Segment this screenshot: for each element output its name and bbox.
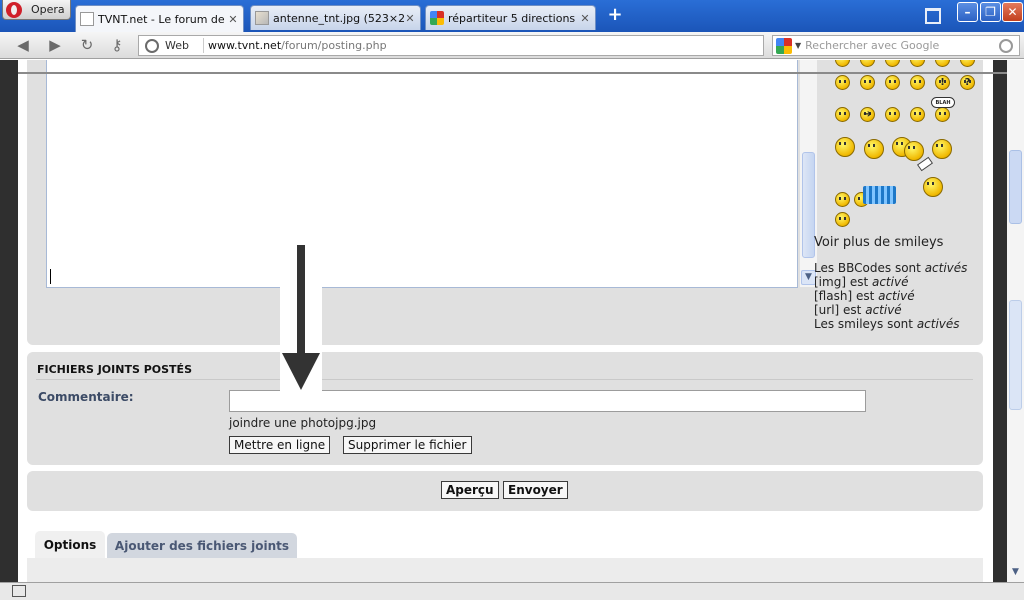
blah-smiley-icon[interactable] [935, 107, 950, 122]
post-editor-panel: ▼ ! ? ➔ BLAH Voir plus de smileys Les BB… [27, 60, 983, 345]
opera-logo-icon [6, 1, 22, 18]
forward-icon[interactable]: ▶ [46, 37, 64, 53]
attachments-panel: FICHIERS JOINTS POSTÉS Commentaire: join… [27, 352, 983, 465]
globe-icon [145, 38, 159, 53]
idea-icon[interactable] [835, 107, 850, 122]
navigation-bar: ◀ ▶ ↻ ⚷ Web www.tvnt.net /forum/posting.… [0, 32, 1024, 59]
scroll-down-icon[interactable]: ▼ [1008, 565, 1023, 580]
preview-button[interactable]: Aperçu [441, 481, 499, 499]
smileys-status: Les smileys sont activés [814, 317, 960, 331]
confused-smiley-icon[interactable] [885, 107, 900, 122]
send-button[interactable]: Envoyer [503, 481, 568, 499]
sad-smiley-icon[interactable] [835, 192, 850, 207]
heart-smiley-icon[interactable] [932, 139, 952, 159]
bbcode-status: Les BBCodes sont activés [814, 261, 968, 275]
exclamation-icon[interactable]: ! [935, 75, 950, 90]
divider [36, 379, 973, 380]
page-scrollbar[interactable]: ▼ [1007, 60, 1024, 582]
delete-file-button[interactable]: Supprimer le fichier [343, 436, 472, 454]
wave-icon[interactable] [863, 186, 896, 204]
tab-antenne-image[interactable]: antenne_tnt.jpg (523×2... ✕ [250, 5, 421, 30]
upload-button[interactable]: Mettre en ligne [229, 436, 331, 454]
smiley-icon[interactable] [935, 60, 950, 67]
twisted-smiley-icon[interactable] [860, 75, 875, 90]
page-frame-right [993, 60, 1007, 582]
tab-close-icon[interactable]: ✕ [404, 12, 416, 25]
smiley-icon[interactable] [835, 60, 850, 67]
flash-status: [flash] est activé [814, 289, 915, 303]
page-scroll-thumb[interactable] [1009, 300, 1022, 410]
submit-panel: Aperçu Envoyer [27, 471, 983, 511]
smiley-icon[interactable] [885, 60, 900, 67]
tab-title: TVNT.net - Le forum de l... [98, 12, 227, 26]
tab-title: répartiteur 5 directions - ... [448, 11, 579, 25]
text-cursor [50, 269, 51, 284]
attachments-title: FICHIERS JOINTS POSTÉS [37, 363, 192, 376]
search-input[interactable]: Rechercher avec Google [805, 39, 999, 52]
evil-smiley-icon[interactable] [835, 75, 850, 90]
annotation-arrow-icon [280, 245, 322, 395]
new-tab-button[interactable]: + [607, 6, 623, 24]
attachment-file-name[interactable]: joindre une photojpg.jpg [229, 416, 376, 430]
surprised-smiley-icon[interactable] [910, 107, 925, 122]
more-smileys-link[interactable]: Voir plus de smileys [814, 235, 943, 250]
sign-smiley-icon[interactable] [923, 177, 943, 197]
address-bar[interactable]: Web www.tvnt.net /forum/posting.php [138, 35, 764, 56]
chevron-down-icon[interactable]: ▼ [795, 41, 801, 50]
url-status: [url] est activé [814, 303, 902, 317]
question-icon[interactable]: ? [960, 75, 975, 90]
image-icon [255, 11, 269, 25]
google-icon [430, 11, 444, 25]
tab-add-attachments[interactable]: Ajouter des fichiers joints [107, 533, 297, 561]
page-viewport: ▼ ! ? ➔ BLAH Voir plus de smileys Les BB… [0, 60, 1024, 582]
page-frame-left [0, 60, 18, 582]
smiley-icon[interactable] [910, 60, 925, 67]
search-box[interactable]: ▼ Rechercher avec Google [772, 35, 1020, 56]
smiley-icon[interactable] [860, 60, 875, 67]
tab-close-icon[interactable]: ✕ [227, 13, 239, 26]
comment-input[interactable] [229, 390, 866, 412]
search-icon[interactable] [999, 38, 1013, 53]
roll-eyes-smiley-icon[interactable] [910, 75, 925, 90]
dance-smiley-icon[interactable] [835, 212, 850, 227]
tab-repartiteur-search[interactable]: répartiteur 5 directions - ... ✕ [425, 5, 596, 30]
comment-label: Commentaire: [38, 390, 134, 404]
img-status: [img] est activé [814, 275, 909, 289]
close-window-button[interactable]: ✕ [1002, 2, 1023, 22]
address-path: /forum/posting.php [281, 39, 387, 52]
address-host: www.tvnt.net [208, 39, 282, 52]
whistle-smiley-icon[interactable] [864, 139, 884, 159]
message-textarea[interactable]: ▼ [46, 60, 817, 288]
tab-title: antenne_tnt.jpg (523×2... [273, 11, 404, 25]
page-icon [80, 12, 94, 26]
tab-bar: Opera TVNT.net - Le forum de l... ✕ ante… [0, 0, 1024, 32]
page-scroll-thumb[interactable] [1009, 150, 1022, 224]
minimize-button[interactable]: – [957, 2, 978, 22]
blah-bubble: BLAH [931, 97, 955, 108]
tab-close-icon[interactable]: ✕ [579, 12, 591, 25]
options-panel [27, 558, 983, 582]
opera-menu-button[interactable]: Opera [2, 0, 71, 20]
opera-menu-label: Opera [31, 3, 65, 16]
status-bar [0, 582, 1024, 600]
reload-icon[interactable]: ↻ [78, 37, 96, 53]
lol-smiley-icon[interactable] [835, 137, 855, 157]
address-mode-label: Web [165, 39, 189, 52]
trash-icon[interactable] [922, 5, 941, 24]
back-icon[interactable]: ◀ [14, 37, 32, 53]
key-icon[interactable]: ⚷ [108, 37, 126, 53]
neutral-smiley-icon[interactable] [885, 75, 900, 90]
smiley-icon[interactable] [960, 60, 975, 67]
address-separator [203, 38, 204, 53]
tab-options[interactable]: Options [35, 531, 105, 561]
page-content: ▼ ! ? ➔ BLAH Voir plus de smileys Les BB… [18, 60, 993, 582]
panel-toggle-icon[interactable] [12, 585, 26, 597]
smilies-panel: ! ? ➔ BLAH Voir plus de smileys Les BBCo… [814, 60, 984, 342]
arrow-icon[interactable]: ➔ [860, 107, 875, 122]
page-top-line [18, 72, 1024, 74]
maximize-button[interactable]: ❐ [980, 2, 1001, 22]
tab-tvnt-forum[interactable]: TVNT.net - Le forum de l... ✕ [75, 5, 244, 32]
google-icon[interactable] [776, 37, 792, 54]
hug-smiley-icon[interactable] [904, 141, 924, 161]
